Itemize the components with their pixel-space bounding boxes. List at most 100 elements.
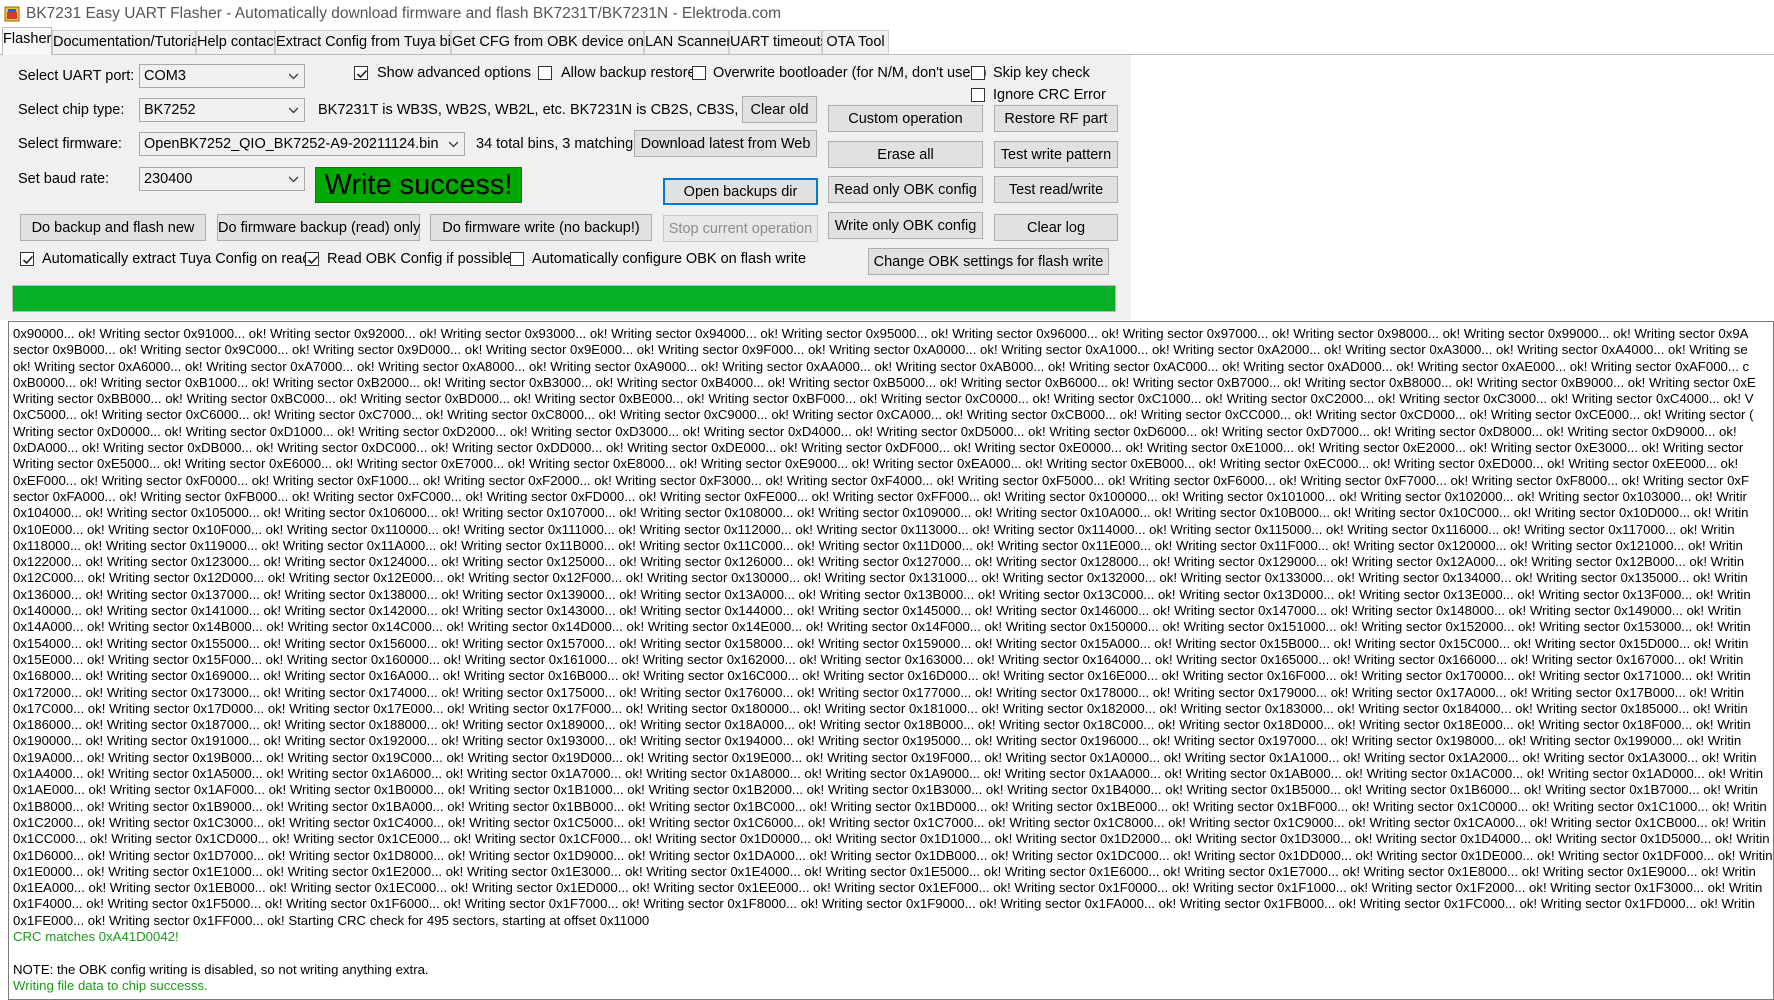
panel-blank-area bbox=[1131, 55, 1774, 320]
log-line: 0x14A000... ok! Writing sector 0x14B000.… bbox=[13, 619, 1751, 635]
chevron-down-icon bbox=[449, 141, 458, 148]
log-line: 0x1A4000... ok! Writing sector 0x1A5000.… bbox=[13, 766, 1764, 782]
log-line: Writing sector 0xD0000... ok! Writing se… bbox=[13, 423, 1737, 439]
firmware-label: Select firmware: bbox=[18, 136, 122, 152]
log-line: 0x190000... ok! Writing sector 0x191000.… bbox=[13, 733, 1742, 749]
read-only-obk-button[interactable]: Read only OBK config bbox=[828, 176, 983, 203]
tab-documentation[interactable]: Documentation/Tutorials bbox=[52, 30, 210, 54]
log-line: Writing sector 0xBB000... ok! Writing se… bbox=[13, 391, 1754, 407]
log-line: 0x1F4000... ok! Writing sector 0x1F5000.… bbox=[13, 896, 1755, 912]
log-line: 0x122000... ok! Writing sector 0x123000.… bbox=[13, 554, 1745, 570]
tab-uart-timeouts[interactable]: UART timeouts bbox=[729, 30, 828, 54]
chip-type-select[interactable]: BK7252 bbox=[139, 98, 305, 122]
open-backups-button[interactable]: Open backups dir bbox=[663, 178, 818, 205]
firmware-value: OpenBK7252_QIO_BK7252-A9-20211124.bin bbox=[144, 136, 439, 152]
checkmark-icon bbox=[307, 255, 319, 265]
chip-type-value: BK7252 bbox=[144, 102, 196, 118]
uart-port-select[interactable]: COM3 bbox=[139, 64, 305, 88]
restore-rf-button[interactable]: Restore RF part bbox=[994, 105, 1118, 132]
overwrite-bootloader-checkbox[interactable] bbox=[692, 66, 706, 80]
log-line: Writing file data to chip successs. bbox=[13, 977, 208, 993]
read-obk-config-label[interactable]: Read OBK Config if possible bbox=[327, 251, 511, 267]
log-line: 0xEF000... ok! Writing sector 0xF0000...… bbox=[13, 472, 1750, 488]
erase-all-button[interactable]: Erase all bbox=[828, 141, 983, 168]
bins-info-text: 34 total bins, 3 matching. bbox=[476, 136, 638, 152]
tab-help-contact[interactable]: Help contact bbox=[196, 30, 278, 54]
skip-key-check-checkbox[interactable] bbox=[971, 66, 985, 80]
log-line: 0x154000... ok! Writing sector 0x155000.… bbox=[13, 635, 1749, 651]
log-lines: 0x90000... ok! Writing sector 0x91000...… bbox=[13, 326, 1773, 994]
log-line: sector 0x9B000... ok! Writing sector 0x9… bbox=[13, 342, 1748, 358]
tab-lan-scanner[interactable]: LAN Scanner bbox=[644, 30, 731, 54]
checkmark-icon bbox=[356, 69, 368, 79]
clear-log-button[interactable]: Clear log bbox=[994, 214, 1118, 241]
log-line: 0x1FE000... ok! Writing sector 0x1FF000.… bbox=[13, 912, 650, 928]
overwrite-bootloader-label[interactable]: Overwrite bootloader (for N/M, don't use… bbox=[713, 65, 987, 81]
chip-hint-text: BK7231T is WB3S, WB2S, WB2L, etc. BK7231… bbox=[318, 102, 762, 118]
auto-configure-obk-checkbox[interactable] bbox=[510, 252, 524, 266]
log-line: 0x1D6000... ok! Writing sector 0x1D7000.… bbox=[13, 847, 1773, 863]
tab-get-cfg[interactable]: Get CFG from OBK device on LAN bbox=[451, 30, 676, 54]
log-line: 0x90000... ok! Writing sector 0x91000...… bbox=[13, 326, 1749, 341]
baud-rate-select[interactable]: 230400 bbox=[139, 167, 305, 191]
baud-rate-label: Set baud rate: bbox=[18, 171, 110, 187]
uart-port-value: COM3 bbox=[144, 68, 186, 84]
log-line: 0x1CC000... ok! Writing sector 0x1CD000.… bbox=[13, 831, 1770, 847]
skip-key-check-label[interactable]: Skip key check bbox=[993, 65, 1090, 81]
firmware-write-button[interactable]: Do firmware write (no backup!) bbox=[430, 214, 652, 241]
custom-operation-button[interactable]: Custom operation bbox=[828, 105, 983, 132]
log-line: 0xC5000... ok! Writing sector 0xC6000...… bbox=[13, 407, 1754, 423]
auto-extract-tuya-checkbox[interactable] bbox=[20, 252, 34, 266]
log-line: 0x172000... ok! Writing sector 0x173000.… bbox=[13, 684, 1745, 700]
app-icon bbox=[4, 6, 20, 22]
log-line: 0x186000... ok! Writing sector 0x187000.… bbox=[13, 717, 1751, 733]
log-line: 0xB0000... ok! Writing sector 0xB1000...… bbox=[13, 374, 1756, 390]
backup-and-flash-button[interactable]: Do backup and flash new bbox=[20, 214, 206, 241]
chevron-down-icon bbox=[289, 73, 298, 80]
clear-old-button[interactable]: Clear old bbox=[742, 96, 817, 123]
baud-rate-value: 230400 bbox=[144, 171, 193, 187]
log-line: 0x1C2000... ok! Writing sector 0x1C3000.… bbox=[13, 814, 1767, 830]
ignore-crc-checkbox[interactable] bbox=[971, 88, 985, 102]
firmware-backup-button[interactable]: Do firmware backup (read) only bbox=[217, 214, 420, 241]
read-obk-config-checkbox[interactable] bbox=[305, 252, 319, 266]
log-line: 0x1AE000... ok! Writing sector 0x1AF000.… bbox=[13, 782, 1758, 798]
log-line: 0x1EA000... ok! Writing sector 0x1EB000.… bbox=[13, 880, 1763, 896]
uart-port-label: Select UART port: bbox=[18, 68, 135, 84]
show-advanced-label[interactable]: Show advanced options bbox=[377, 65, 531, 81]
log-line: 0x118000... ok! Writing sector 0x119000.… bbox=[13, 537, 1743, 553]
tab-flasher[interactable]: Flasher bbox=[2, 27, 52, 55]
chevron-down-icon bbox=[289, 176, 298, 183]
log-line: 0x168000... ok! Writing sector 0x169000.… bbox=[13, 668, 1751, 684]
stop-operation-button[interactable]: Stop current operation bbox=[663, 215, 818, 242]
change-obk-settings-button[interactable]: Change OBK settings for flash write bbox=[868, 248, 1109, 275]
auto-extract-tuya-label[interactable]: Automatically extract Tuya Config on rea… bbox=[42, 251, 310, 267]
log-line: 0x140000... ok! Writing sector 0x141000.… bbox=[13, 603, 1742, 619]
test-read-write-button[interactable]: Test read/write bbox=[994, 176, 1118, 203]
auto-configure-obk-label[interactable]: Automatically configure OBK on flash wri… bbox=[532, 251, 806, 267]
show-advanced-checkbox[interactable] bbox=[354, 66, 368, 80]
download-latest-button[interactable]: Download latest from Web bbox=[634, 130, 817, 157]
log-line: NOTE: the OBK config writing is disabled… bbox=[13, 961, 429, 977]
ignore-crc-label[interactable]: Ignore CRC Error bbox=[993, 87, 1106, 103]
log-line: 0x1E0000... ok! Writing sector 0x1E1000.… bbox=[13, 863, 1756, 879]
log-line: 0x1B8000... ok! Writing sector 0x1B9000.… bbox=[13, 798, 1767, 814]
allow-backup-restore-checkbox[interactable] bbox=[538, 66, 552, 80]
write-only-obk-button[interactable]: Write only OBK config bbox=[828, 212, 983, 239]
log-line: 0x136000... ok! Writing sector 0x137000.… bbox=[13, 586, 1751, 602]
tab-extract-config[interactable]: Extract Config from Tuya binary bbox=[275, 30, 479, 54]
chip-type-label: Select chip type: bbox=[18, 102, 125, 118]
tab-ota-tool[interactable]: OTA Tool bbox=[822, 30, 889, 54]
log-line: 0xDA000... ok! Writing sector 0xDB000...… bbox=[13, 440, 1744, 456]
log-line: 0x19A000... ok! Writing sector 0x19B000.… bbox=[13, 749, 1757, 765]
test-write-pattern-button[interactable]: Test write pattern bbox=[994, 141, 1118, 168]
log-output[interactable]: 0x90000... ok! Writing sector 0x91000...… bbox=[8, 321, 1774, 1000]
checkmark-icon bbox=[22, 255, 34, 265]
window-title: BK7231 Easy UART Flasher - Automatically… bbox=[26, 5, 781, 22]
progress-bar-fill bbox=[13, 286, 1115, 311]
allow-backup-restore-label[interactable]: Allow backup restore bbox=[561, 65, 696, 81]
log-line: 0x17C000... ok! Writing sector 0x17D000.… bbox=[13, 700, 1748, 716]
firmware-select[interactable]: OpenBK7252_QIO_BK7252-A9-20211124.bin bbox=[139, 132, 465, 156]
status-message: Write success! bbox=[315, 167, 522, 203]
